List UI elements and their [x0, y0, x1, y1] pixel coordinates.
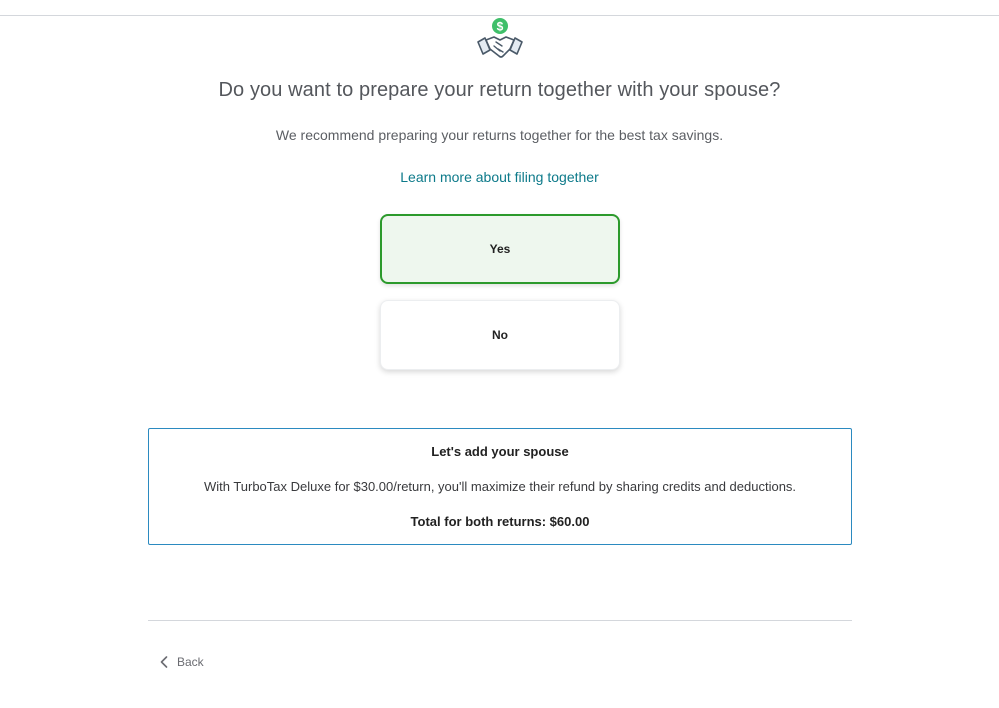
back-button[interactable]: Back: [160, 655, 204, 669]
learn-more-link[interactable]: Learn more about filing together: [400, 169, 598, 185]
back-label: Back: [177, 655, 204, 669]
spouse-info-panel: Let's add your spouse With TurboTax Delu…: [148, 428, 852, 545]
info-total: Total for both returns: $60.00: [410, 514, 590, 529]
learn-more-link-row: Learn more about filing together: [0, 169, 999, 185]
footer-divider: [148, 620, 852, 621]
page: $ Do you want to prepare your return tog…: [0, 0, 999, 708]
no-option-button[interactable]: No: [380, 300, 620, 370]
svg-text:$: $: [497, 20, 504, 34]
chevron-left-icon: [160, 656, 168, 668]
no-option-label: No: [492, 328, 508, 342]
page-title: Do you want to prepare your return toget…: [218, 79, 781, 101]
info-body: With TurboTax Deluxe for $30.00/return, …: [203, 479, 797, 494]
page-subtitle: We recommend preparing your returns toge…: [275, 127, 724, 143]
yes-option-button[interactable]: Yes: [380, 214, 620, 284]
handshake-dollar-icon: $: [477, 18, 523, 58]
yes-option-label: Yes: [489, 242, 511, 256]
info-title: Let's add your spouse: [431, 444, 569, 459]
